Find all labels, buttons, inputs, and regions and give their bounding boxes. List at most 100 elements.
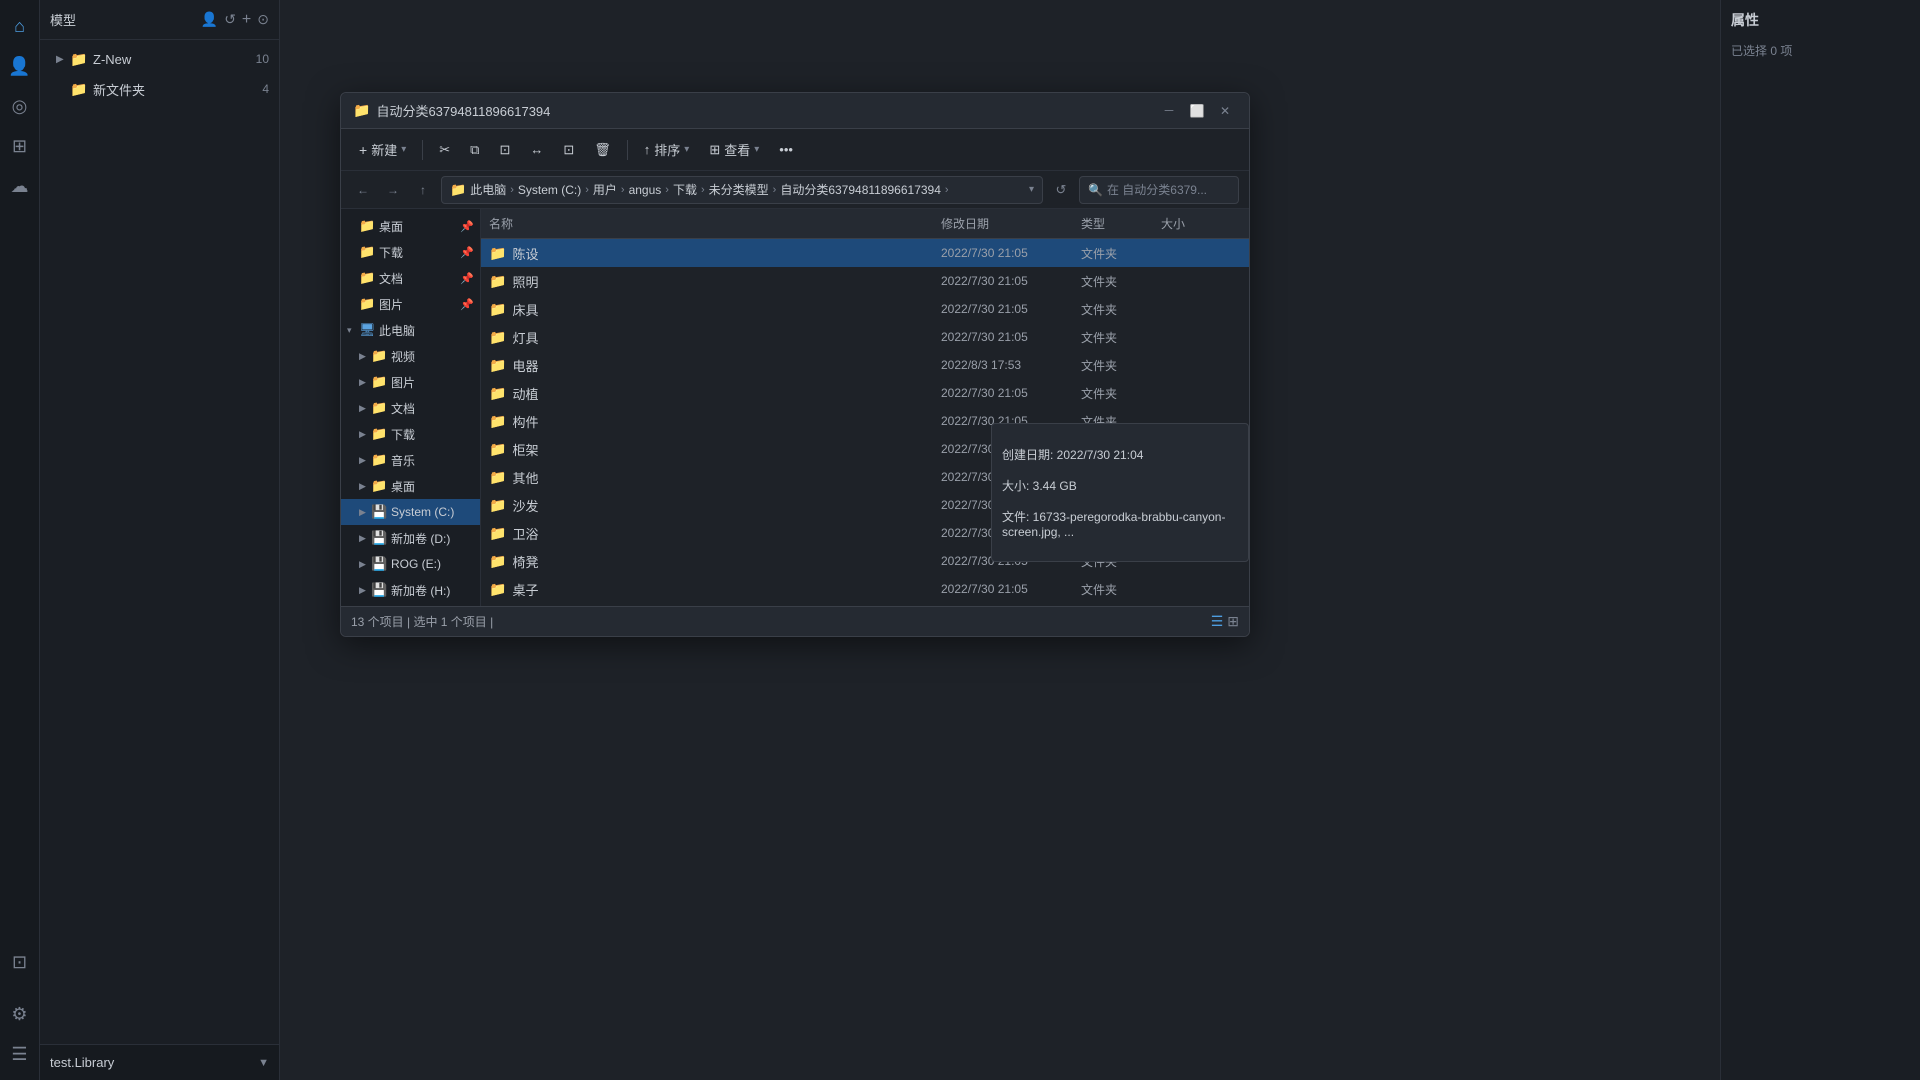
toolbar-sort-button[interactable]: ↑ 排序 ▾	[636, 136, 698, 163]
nav-icon-circle[interactable]: ◎	[2, 88, 38, 124]
toolbar-share-button[interactable]: ↔	[522, 138, 551, 161]
exp-tree-drivee[interactable]: ▶ 💾 ROG (E:)	[341, 551, 480, 577]
table-row[interactable]: 📁 其他 2022/7/30 21:05 文件夹	[481, 463, 1249, 491]
nav-icon-layers[interactable]: ⊡	[2, 944, 38, 980]
window-maximize-button[interactable]: ⬜	[1185, 101, 1209, 121]
table-row[interactable]: 📁 电器 2022/8/3 17:53 文件夹	[481, 351, 1249, 379]
nav-icon-cloud[interactable]: ☁	[2, 168, 38, 204]
list-view-button[interactable]: ☰	[1211, 613, 1224, 630]
file-date: 2022/7/30 21:05	[941, 274, 1081, 288]
col-header-type[interactable]: 类型	[1081, 215, 1161, 232]
view-icon: ⊞	[709, 142, 720, 158]
window-minimize-button[interactable]: －	[1157, 101, 1181, 121]
table-row[interactable]: 📁 卫浴 2022/7/30 21:05 文件夹	[481, 519, 1249, 547]
toolbar-new-button[interactable]: + 新建 ▾	[351, 136, 414, 163]
table-row[interactable]: 📁 沙发 2022/7/30 21:05 文件夹	[481, 491, 1249, 519]
file-date: 2022/8/3 17:53	[941, 358, 1081, 372]
exp-drive-d-icon: 💾	[371, 530, 387, 546]
tree-item-newfolder[interactable]: ▶ 📁 新文件夹 4	[40, 74, 279, 104]
address-path[interactable]: 📁 此电脑 › System (C:) › 用户 › angus › 下载 › …	[441, 176, 1043, 204]
table-row[interactable]: 📁 动植 2022/7/30 21:05 文件夹	[481, 379, 1249, 407]
exp-tree-desktop[interactable]: 📁 桌面 📌	[341, 213, 480, 239]
file-name-text: 动植	[512, 384, 538, 403]
new-icon: +	[359, 142, 367, 158]
nav-icon-home[interactable]: ⌂	[2, 8, 38, 44]
table-row[interactable]: 📁 椅凳 2022/7/30 21:05 文件夹	[481, 547, 1249, 575]
file-folder-icon: 📁	[489, 329, 506, 346]
tree-item-znew[interactable]: ▶ 📁 Z-New 10	[40, 44, 279, 74]
panel-icon-refresh[interactable]: ↺	[224, 11, 236, 28]
exp-folder-downloads-icon: 📁	[359, 244, 375, 260]
toolbar-cut-button[interactable]: ✂	[431, 138, 458, 162]
library-selector[interactable]: test.Library ▼	[40, 1044, 279, 1080]
exp-tree-systemc[interactable]: ▶ 💾 System (C:)	[341, 499, 480, 525]
exp-tree-drived[interactable]: ▶ 💾 新加卷 (D:)	[341, 525, 480, 551]
exp-tree-desktop2[interactable]: ▶ 📁 桌面	[341, 473, 480, 499]
file-name-text: 桌子	[512, 580, 538, 599]
copy2-icon: ⊡	[563, 142, 574, 158]
window-close-button[interactable]: ✕	[1213, 101, 1237, 121]
path-c: System (C:)	[518, 183, 581, 197]
exp-tree-downloads[interactable]: 📁 下载 📌	[341, 239, 480, 265]
exp-tree-driveh[interactable]: ▶ 💾 新加卷 (H:)	[341, 577, 480, 603]
file-date: 2022/7/30 21:05	[941, 386, 1081, 400]
file-type: 文件夹	[1081, 273, 1161, 290]
exp-folder-docs2-icon: 📁	[371, 400, 387, 416]
grid-view-button[interactable]: ⊞	[1227, 613, 1239, 630]
panel-icon-add[interactable]: +	[242, 11, 251, 29]
table-row[interactable]: 📁 陈设 2022/7/30 21:05 文件夹	[481, 239, 1249, 267]
file-folder-icon: 📁	[489, 497, 506, 514]
file-folder-icon: 📁	[489, 273, 506, 290]
file-folder-icon: 📁	[489, 525, 506, 542]
exp-folder-desktop-icon: 📁	[359, 218, 375, 234]
file-name-text: 卫浴	[512, 524, 538, 543]
exp-tree-dl2[interactable]: ▶ 📁 下载	[341, 421, 480, 447]
col-header-name[interactable]: 名称	[489, 215, 941, 232]
new-dropdown-icon: ▾	[401, 144, 406, 155]
file-folder-icon: 📁	[489, 581, 506, 598]
nav-up-button[interactable]: ↑	[411, 178, 435, 202]
table-row[interactable]: 📁 构件 2022/7/30 21:05 文件夹	[481, 407, 1249, 435]
exp-tree-docs2[interactable]: ▶ 📁 文档	[341, 395, 480, 421]
nav-icon-user[interactable]: 👤	[2, 48, 38, 84]
exp-tree-mypc[interactable]: ▾ 🖥 此电脑	[341, 317, 480, 343]
toolbar-more-button[interactable]: •••	[771, 138, 801, 161]
nav-icon-menu[interactable]: ☰	[2, 1036, 38, 1072]
table-row[interactable]: 📁 照明 2022/7/30 21:05 文件夹	[481, 267, 1249, 295]
toolbar-copy-button[interactable]: ⧉	[462, 138, 487, 162]
table-row[interactable]: 📁 床具 2022/7/30 21:05 文件夹	[481, 295, 1249, 323]
search-box[interactable]: 🔍 在 自动分类6379...	[1079, 176, 1239, 204]
toolbar-paste-button[interactable]: ⊡	[491, 138, 518, 162]
table-row[interactable]: 📁 灯具 2022/7/30 21:05 文件夹	[481, 323, 1249, 351]
toolbar-view-button[interactable]: ⊞ 查看 ▾	[701, 136, 767, 163]
table-row[interactable]: 📁 桌子 2022/7/30 21:05 文件夹	[481, 575, 1249, 603]
exp-tree-pictures[interactable]: 📁 图片 📌	[341, 291, 480, 317]
sort-icon: ↑	[644, 142, 651, 157]
exp-tree-docs[interactable]: 📁 文档 📌	[341, 265, 480, 291]
file-date: 2022/7/30 21:05	[941, 498, 1081, 512]
exp-tree-music[interactable]: ▶ 📁 音乐	[341, 447, 480, 473]
col-header-date[interactable]: 修改日期	[941, 215, 1081, 232]
exp-tree-pics[interactable]: ▶ 📁 图片	[341, 369, 480, 395]
file-folder-icon: 📁	[489, 385, 506, 402]
toolbar-copy2-button[interactable]: ⊡	[555, 138, 582, 162]
nav-back-button[interactable]: ←	[351, 178, 375, 202]
nav-forward-button[interactable]: →	[381, 178, 405, 202]
exp-folder-music-icon: 📁	[371, 452, 387, 468]
address-refresh-button[interactable]: ↺	[1049, 178, 1073, 202]
status-text: 13 个项目 | 选中 1 个项目 |	[351, 613, 1211, 630]
col-header-size[interactable]: 大小	[1161, 215, 1241, 232]
share-icon: ↔	[530, 142, 543, 157]
toolbar-delete-button[interactable]: 🗑	[586, 138, 619, 162]
panel-icon-dots[interactable]: ⊙	[257, 11, 269, 28]
path-folder-icon: 📁	[450, 182, 466, 198]
nav-icon-settings[interactable]: ⚙	[2, 996, 38, 1032]
nav-icon-grid[interactable]: ⊞	[2, 128, 38, 164]
exp-tree-videos[interactable]: ▶ 📁 视频	[341, 343, 480, 369]
file-date: 2022/7/30 21:05	[941, 246, 1081, 260]
panel-icon-person[interactable]: 👤	[201, 11, 218, 28]
sort-dropdown-icon: ▾	[684, 144, 689, 155]
cut-icon: ✂	[439, 142, 450, 158]
more-icon: •••	[779, 142, 793, 157]
table-row[interactable]: 📁 柜架 2022/7/30 21:05 文件夹	[481, 435, 1249, 463]
